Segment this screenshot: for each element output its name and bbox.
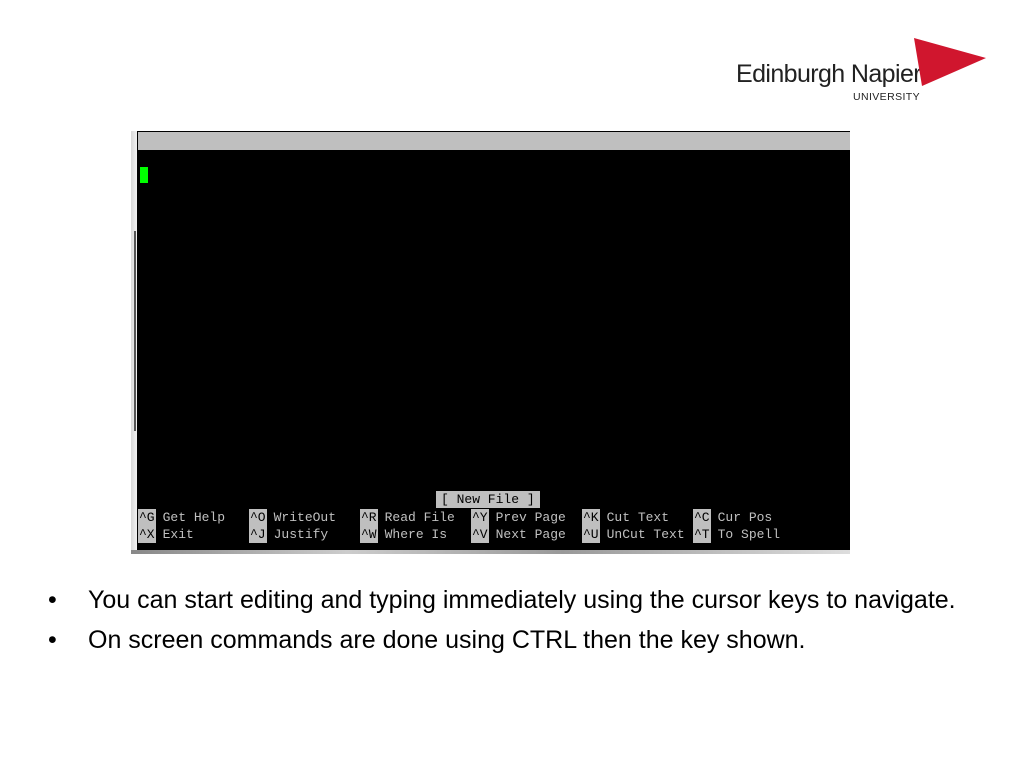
shortcut-exit[interactable]: ^X Exit (138, 526, 194, 543)
bullet-item: • On screen commands are done using CTRL… (48, 624, 988, 656)
shortcut-key: ^T (693, 526, 711, 543)
shortcut-key: ^O (249, 509, 267, 526)
shortcut-read-file[interactable]: ^R Read File (360, 509, 455, 526)
bullet-marker: • (48, 626, 57, 654)
shortcut-key: ^G (138, 509, 156, 526)
nano-file-name: File: newfile (413, 169, 515, 184)
text-cursor (140, 167, 148, 183)
shortcut-label: Where Is (384, 527, 448, 542)
status-message: [ New File ] (436, 491, 540, 508)
nano-version: GNU nano 2.3.0 (156, 151, 266, 166)
shortcut-key: ^R (360, 509, 378, 526)
shortcut-key: ^C (693, 509, 711, 526)
bullet-text: On screen commands are done using CTRL t… (88, 626, 806, 654)
nano-title-bar: GNU nano 2.3.0 File: newfile (138, 132, 850, 184)
shortcut-key: ^U (582, 526, 600, 543)
shortcut-key: ^W (360, 526, 378, 543)
shortcut-uncut-text[interactable]: ^U UnCut Text (582, 526, 685, 543)
shortcut-justify[interactable]: ^J Justify (249, 526, 328, 543)
shortcut-label: UnCut Text (606, 527, 685, 542)
logo-triangle-icon (914, 38, 986, 86)
shortcut-label: Next Page (495, 527, 566, 542)
nano-editor[interactable]: GNU nano 2.3.0 File: newfile [ New File … (138, 131, 850, 554)
logo-subtitle: UNIVERSITY (853, 91, 921, 103)
shortcut-where-is[interactable]: ^W Where Is (360, 526, 447, 543)
bullet-list: • You can start editing and typing immed… (48, 584, 988, 664)
shortcut-prev-page[interactable]: ^Y Prev Page (471, 509, 566, 526)
shortcut-key: ^X (138, 526, 156, 543)
shortcut-label: WriteOut (273, 510, 337, 525)
shortcut-key: ^Y (471, 509, 489, 526)
shortcut-label: To Spell (717, 527, 781, 542)
shortcut-key: ^J (249, 526, 267, 543)
bullet-item: • You can start editing and typing immed… (48, 584, 988, 616)
shortcut-label: Justify (273, 527, 329, 542)
shortcut-writeout[interactable]: ^O WriteOut (249, 509, 336, 526)
bullet-marker: • (48, 586, 57, 614)
university-logo: Edinburgh Napier UNIVERSITY (736, 38, 988, 108)
logo-name: Edinburgh Napier (736, 60, 922, 88)
shortcut-key: ^V (471, 526, 489, 543)
shortcut-to-spell[interactable]: ^T To Spell (693, 526, 780, 543)
terminal-screenshot: GNU nano 2.3.0 File: newfile [ New File … (131, 131, 850, 554)
shortcut-cur-pos[interactable]: ^C Cur Pos (693, 509, 772, 526)
window-bottom-strip (131, 550, 850, 554)
shortcut-cut-text[interactable]: ^K Cut Text (582, 509, 669, 526)
shortcut-label: Cut Text (606, 510, 670, 525)
shortcut-label: Cur Pos (717, 510, 773, 525)
shortcut-next-page[interactable]: ^V Next Page (471, 526, 566, 543)
window-edge (131, 131, 137, 554)
shortcut-label: Exit (162, 527, 194, 542)
bullet-text: You can start editing and typing immedia… (88, 586, 956, 614)
shortcut-label: Read File (384, 510, 455, 525)
shortcut-key: ^K (582, 509, 600, 526)
shortcut-get-help[interactable]: ^G Get Help (138, 509, 225, 526)
shortcut-label: Prev Page (495, 510, 566, 525)
shortcut-label: Get Help (162, 510, 226, 525)
